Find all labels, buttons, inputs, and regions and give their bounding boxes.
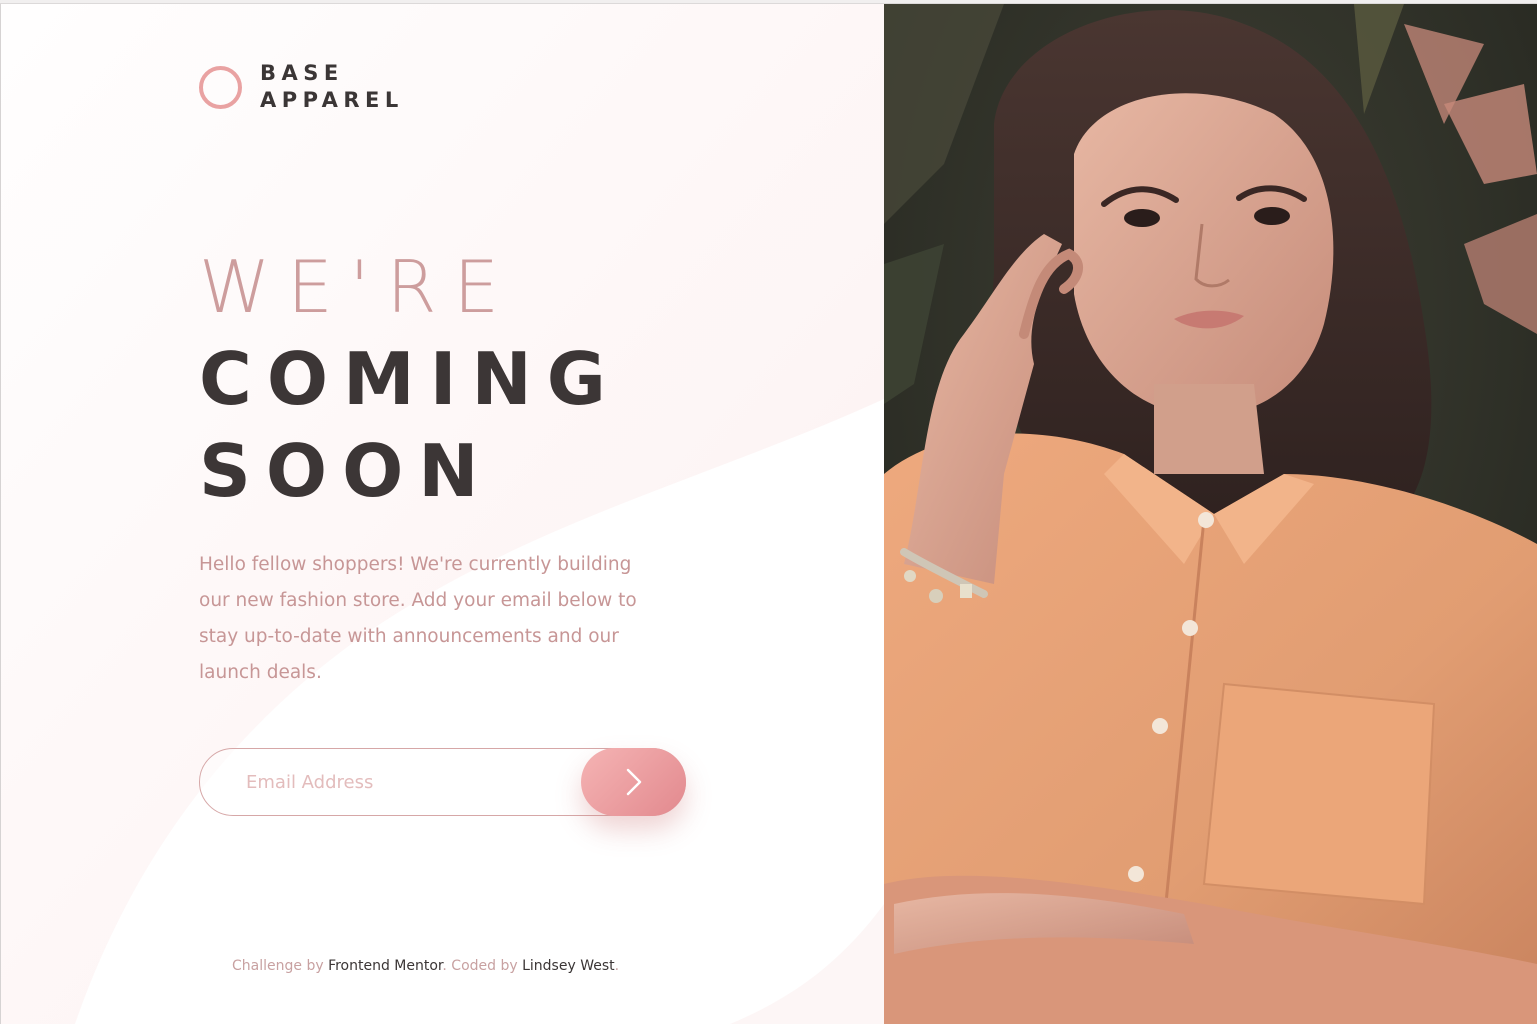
- attribution-prefix: Challenge by: [232, 958, 324, 974]
- brand-logo[interactable]: BASE APPAREL: [199, 60, 404, 114]
- headline-light: WE'RE: [199, 245, 516, 329]
- frontend-mentor-link[interactable]: Frontend Mentor: [328, 958, 442, 974]
- content-panel: BASE APPAREL WE'RE COMING SOON Hello fel…: [0, 4, 884, 1024]
- attribution-suffix: .: [614, 958, 620, 974]
- attribution-middle: . Coded by: [442, 958, 518, 974]
- brand-line-1: BASE: [260, 61, 344, 85]
- left-edge: [0, 4, 1, 1024]
- brand-line-2: APPAREL: [260, 88, 404, 112]
- arrow-right-icon: [626, 768, 641, 796]
- brand-name: BASE APPAREL: [260, 60, 404, 114]
- top-rule: [0, 0, 1537, 4]
- hero-photo-illustration: [884, 4, 1537, 1024]
- headline-bold-line-1: COMING: [199, 337, 621, 421]
- email-form: [199, 748, 686, 816]
- headline: WE'RE COMING SOON: [199, 241, 839, 517]
- submit-button[interactable]: [581, 748, 686, 816]
- logo-ring-icon: [199, 65, 242, 109]
- email-input[interactable]: [246, 749, 576, 815]
- attribution: Challenge by Frontend Mentor. Coded by L…: [232, 958, 619, 974]
- page: BASE APPAREL WE'RE COMING SOON Hello fel…: [0, 0, 1537, 1024]
- author-link[interactable]: Lindsey West: [522, 958, 615, 974]
- headline-bold-line-2: SOON: [199, 429, 494, 513]
- intro-text: Hello fellow shoppers! We're currently b…: [199, 554, 637, 683]
- hero-photo: [884, 4, 1537, 1024]
